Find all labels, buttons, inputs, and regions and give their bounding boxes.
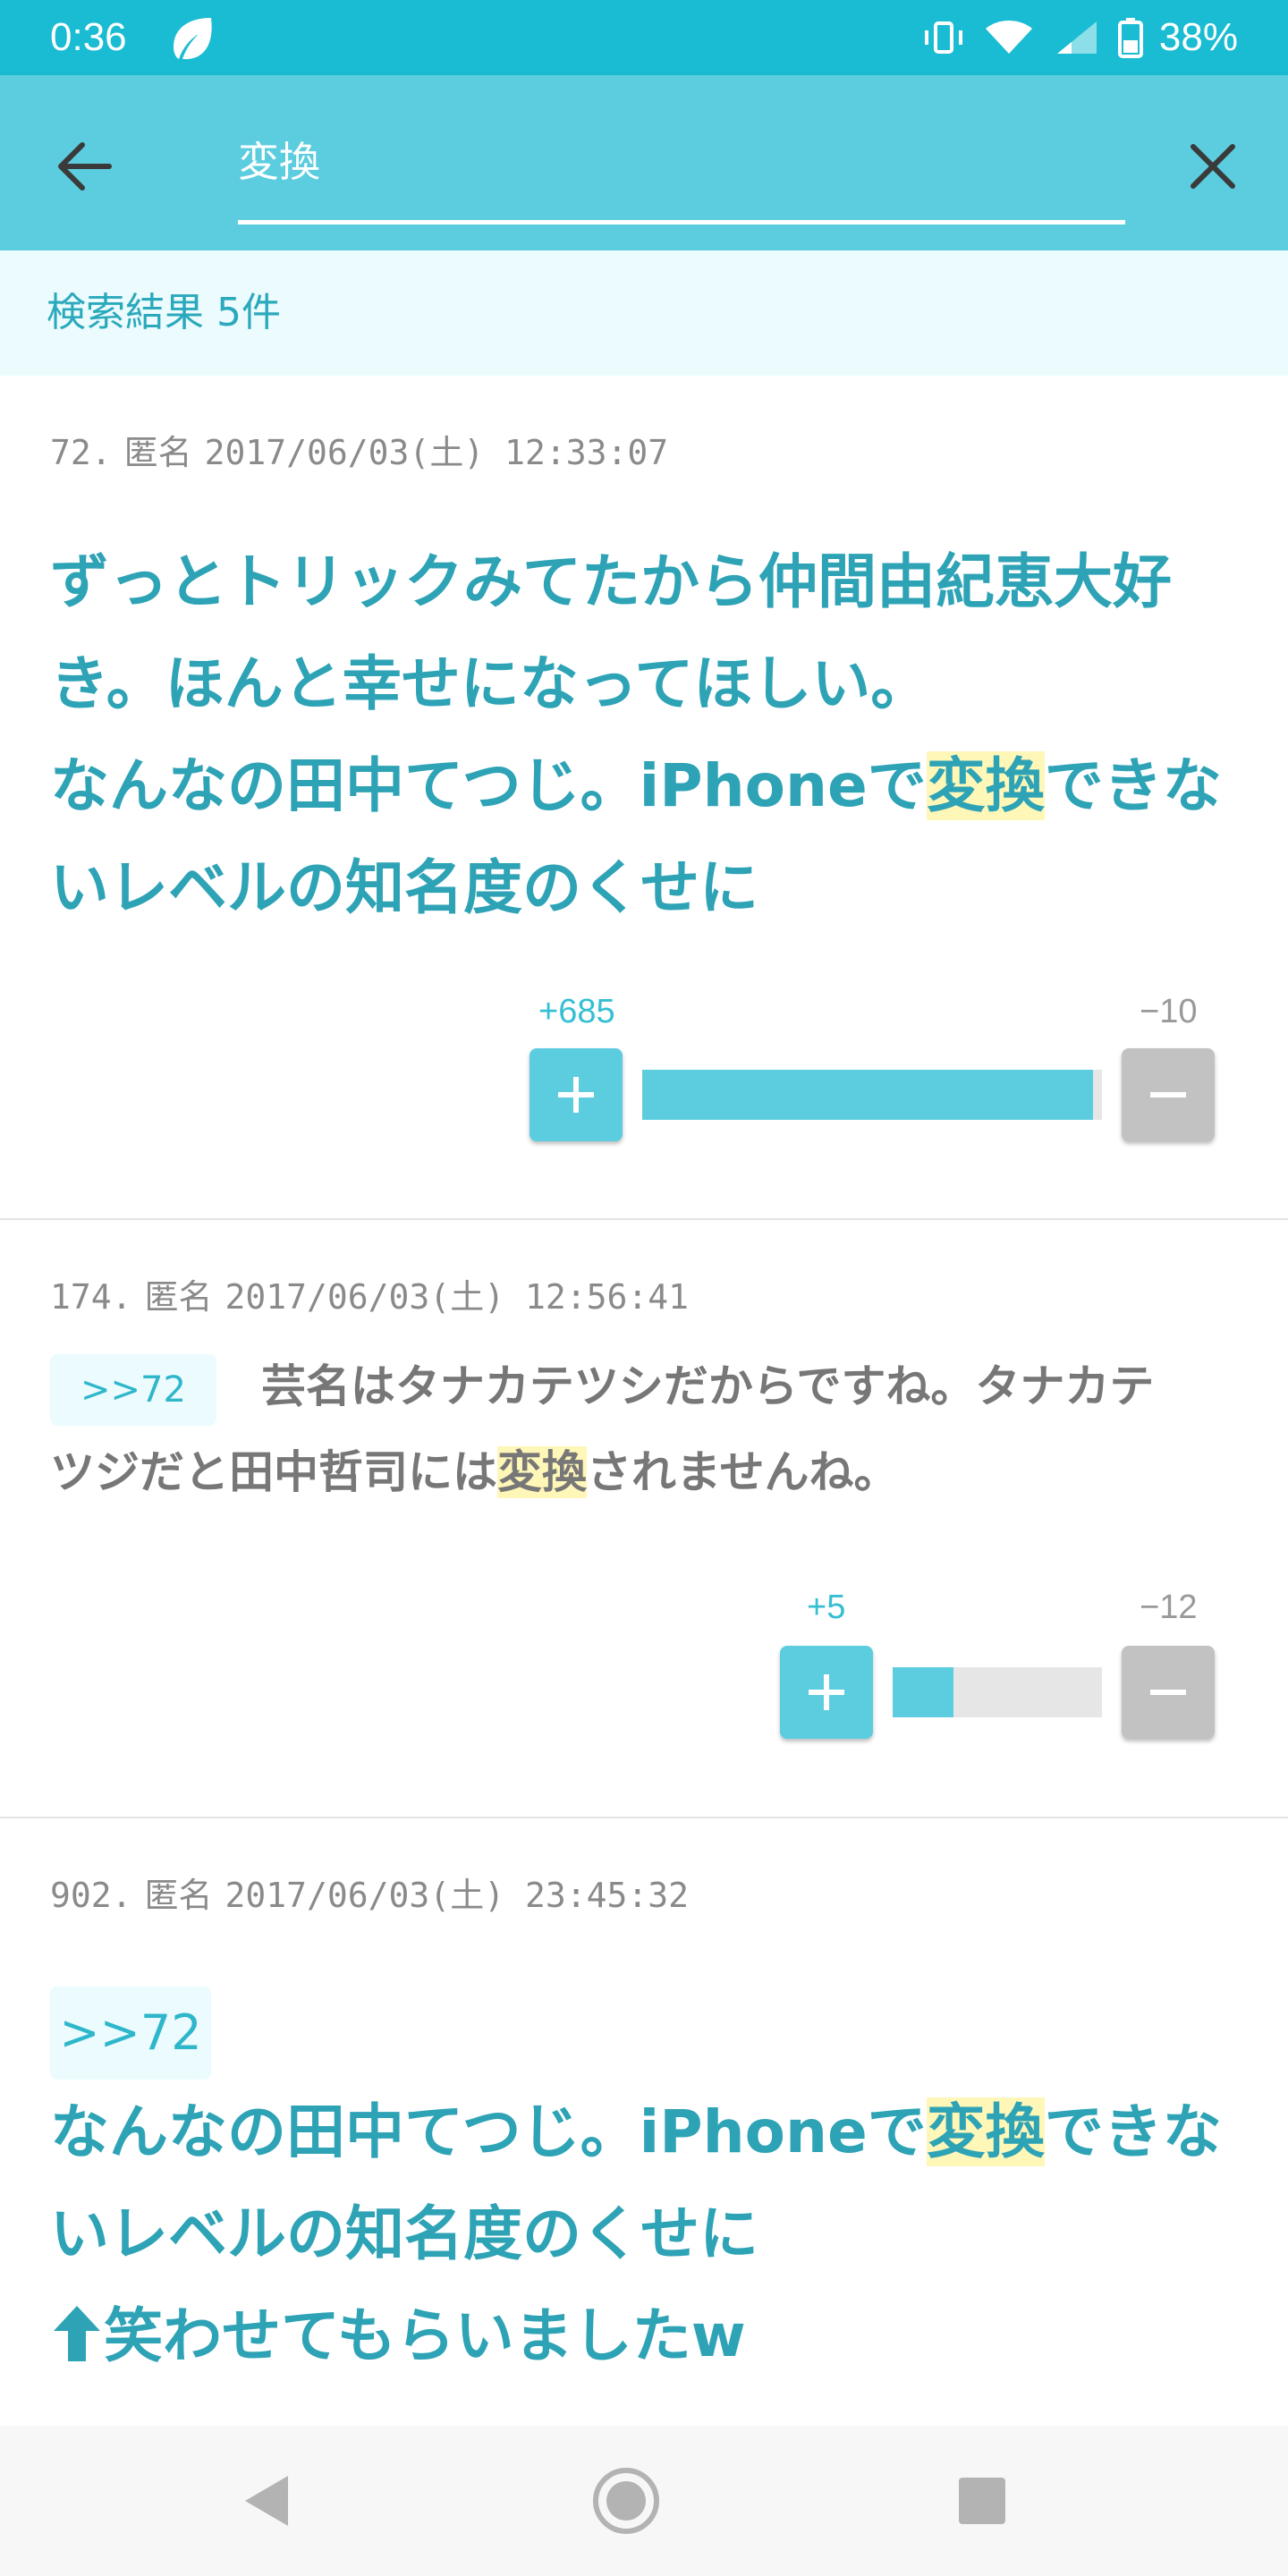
post-author: 匿名 <box>123 433 192 472</box>
post-body-line: なんなの田中てつじ。iPhoneで変換できな <box>50 2097 1222 2166</box>
minus-icon <box>1150 1690 1186 1695</box>
post-meta: 174. 匿名 2017/06/03(土) 12:56:41 <box>50 1275 701 1318</box>
post-item: 902. 匿名 2017/06/03(土) 23:45:32 >>72 なんなの田中… <box>0 1818 1288 2427</box>
recents-square-icon[interactable] <box>957 2476 1007 2526</box>
post-datetime: 2017/06/03(土) 12:33:07 <box>204 433 669 472</box>
post-body-line: >>72 芸名はタナカテツシだからですね。タナカテ <box>50 1343 1249 1429</box>
minus-count: −10 <box>1140 993 1198 1030</box>
post-body-line: なんなの田中てつじ。iPhoneで変換できな <box>50 751 1222 820</box>
post-author: 匿名 <box>144 1876 213 1915</box>
minus-icon <box>1150 1092 1186 1097</box>
post-body-line: いレベルの知名度のくせに <box>50 2199 758 2268</box>
signal-icon <box>1056 21 1097 54</box>
post-body: なんなの田中てつじ。iPhoneで変換できな いレベルの知名度のくせに 笑わせて… <box>50 2081 1249 2387</box>
back-arrow-icon[interactable] <box>50 131 122 202</box>
vote-ratio-fill <box>642 1070 1093 1120</box>
minus-vote-button[interactable] <box>1122 1048 1215 1141</box>
wifi-icon <box>985 21 1032 54</box>
home-circle-icon[interactable] <box>590 2465 662 2537</box>
post-body: ずっとトリックみてたから仲間由紀恵大好 き。ほんと幸せになってほしい。 なんなの… <box>50 531 1249 939</box>
result-count-label: 検索結果 5件 <box>47 290 281 335</box>
search-input[interactable] <box>238 123 1123 195</box>
vote-ratio-bar <box>893 1667 1102 1717</box>
battery-icon <box>1117 18 1143 58</box>
reply-link[interactable]: >>72 <box>50 1353 216 1426</box>
minus-count: −12 <box>1140 1589 1198 1626</box>
search-underline <box>238 220 1125 225</box>
post-body-line: き。ほんと幸せになってほしい。 <box>50 649 930 718</box>
post-item: 72. 匿名 2017/06/03(土) 12:33:07 ずっとトリックみてたから… <box>0 376 1288 1220</box>
plus-vote-button[interactable] <box>780 1646 873 1739</box>
post-body-line: いレベルの知名度のくせに <box>50 853 758 922</box>
plus-count: +5 <box>807 1589 846 1626</box>
system-nav-bar <box>0 2426 1288 2576</box>
vote-ratio-fill <box>893 1667 953 1717</box>
search-highlight: 変換 <box>497 1446 587 1498</box>
search-highlight: 変換 <box>926 751 1045 820</box>
status-icons: 38% <box>921 13 1238 63</box>
battery-percent: 38% <box>1158 15 1238 59</box>
post-author: 匿名 <box>144 1277 213 1317</box>
search-app-bar <box>0 75 1288 250</box>
result-count-bar: 検索結果 5件 <box>0 250 1288 376</box>
post-item: 174. 匿名 2017/06/03(土) 12:56:41 >>72 芸名はタナカテ… <box>0 1220 1288 1818</box>
post-meta: 72. 匿名 2017/06/03(土) 12:33:07 <box>50 431 681 474</box>
search-highlight: 変換 <box>926 2097 1045 2166</box>
post-number: 902. <box>50 1876 132 1915</box>
back-triangle-icon[interactable] <box>240 2472 293 2529</box>
plus-icon <box>809 1674 844 1710</box>
vibrate-icon <box>924 21 962 54</box>
plus-vote-button[interactable] <box>530 1048 623 1141</box>
post-number: 72. <box>50 433 112 472</box>
post-body-line: ツジだと田中哲司には変換されませんね。 <box>50 1446 899 1498</box>
plus-icon <box>558 1077 594 1113</box>
up-arrow-icon <box>54 2306 100 2361</box>
reply-link[interactable]: >>72 <box>50 1987 211 2080</box>
post-body-line: ずっとトリックみてたから仲間由紀恵大好 <box>50 547 1172 616</box>
minus-vote-button[interactable] <box>1122 1646 1215 1739</box>
post-body-line: 笑わせてもらいましたw <box>50 2285 1249 2387</box>
close-icon[interactable] <box>1177 131 1249 202</box>
leaf-icon <box>174 18 212 60</box>
post-meta: 902. 匿名 2017/06/03(土) 23:45:32 <box>50 1874 701 1917</box>
status-time: 0:36 <box>50 15 127 59</box>
plus-count: +685 <box>538 993 615 1030</box>
post-datetime: 2017/06/03(土) 23:45:32 <box>225 1876 689 1915</box>
post-number: 174. <box>50 1277 132 1317</box>
vote-ratio-bar <box>642 1070 1102 1120</box>
status-bar: 0:36 38% <box>0 0 1288 75</box>
post-body: >>72 芸名はタナカテツシだからですね。タナカテ ツジだと田中哲司には変換されま… <box>50 1343 1249 1515</box>
post-datetime: 2017/06/03(土) 12:56:41 <box>225 1277 689 1317</box>
